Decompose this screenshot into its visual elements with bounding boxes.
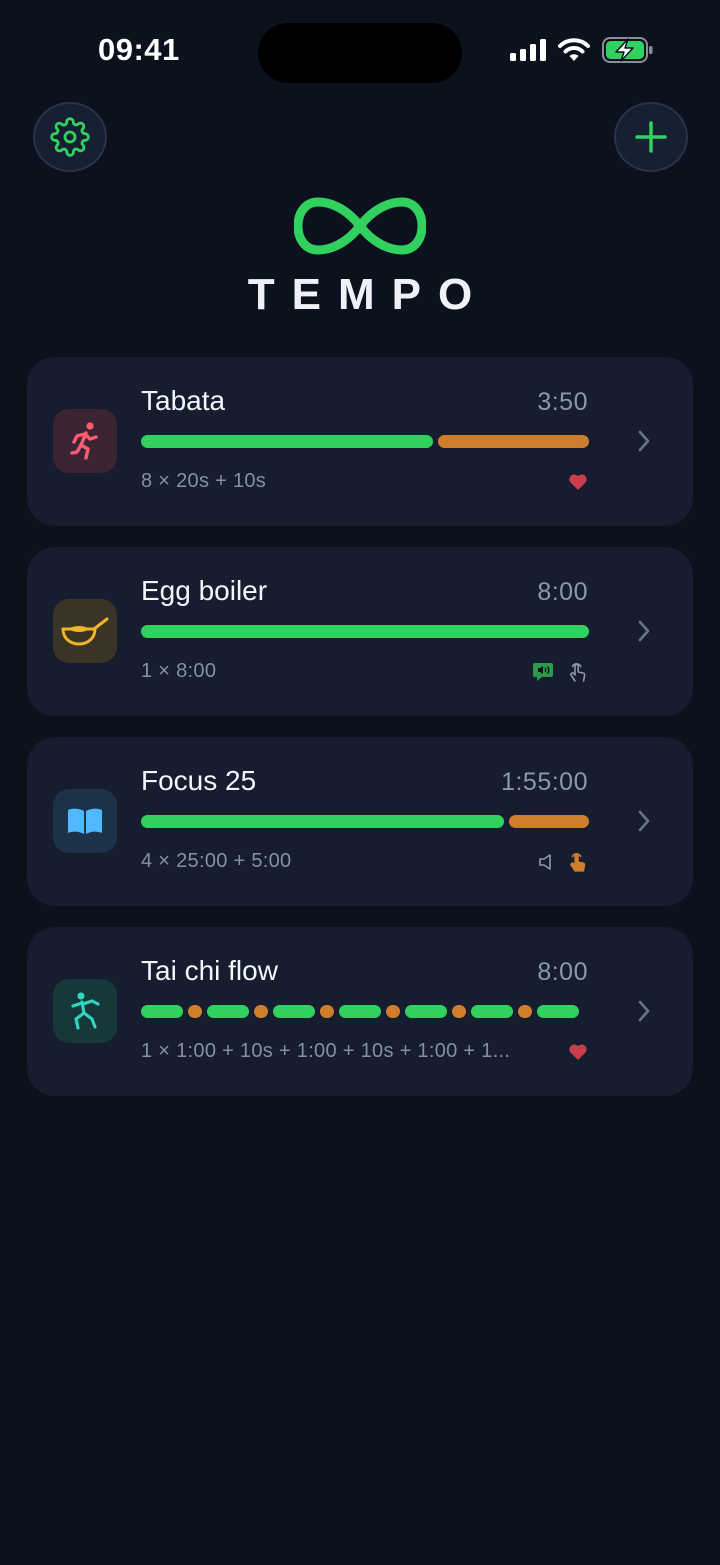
status-time: 09:41 <box>98 32 180 67</box>
status-bar: 09:41 <box>0 0 720 100</box>
logo <box>0 196 720 261</box>
interval-bar <box>141 625 589 638</box>
gear-icon <box>50 117 90 157</box>
plus-icon <box>635 121 667 153</box>
settings-button[interactable] <box>33 102 107 172</box>
timer-name: Tai chi flow <box>141 955 278 986</box>
work-segment <box>339 1005 381 1018</box>
running-person-icon <box>70 422 98 460</box>
rest-segment <box>509 815 589 828</box>
speaker-icon <box>539 854 551 870</box>
timer-name: Focus 25 <box>141 765 257 796</box>
rest-segment <box>188 1005 202 1018</box>
rest-segment <box>320 1005 334 1018</box>
work-segment <box>537 1005 579 1018</box>
wifi-icon <box>558 38 590 61</box>
work-segment <box>207 1005 249 1018</box>
status-icons <box>510 37 654 63</box>
dynamic-island <box>258 23 462 83</box>
timer-name: Egg boiler <box>141 575 268 606</box>
timer-icon-tile <box>53 979 117 1043</box>
cellular-signal-icon <box>510 39 546 61</box>
interval-bar <box>141 435 589 448</box>
heart-icon <box>569 474 587 490</box>
timer-flags <box>568 470 588 494</box>
frying-pan-icon <box>61 617 109 646</box>
timer-summary: 1 × 1:00 + 10s + 1:00 + 10s + 1:00 + 1..… <box>141 1040 511 1062</box>
timer-flags <box>568 1040 588 1064</box>
timer-icon-tile <box>53 599 117 663</box>
timer-card-focus-25[interactable]: Focus 25 1:55:00 4 × 25:00 + 5:00 <box>27 737 693 906</box>
rest-segment <box>254 1005 268 1018</box>
timer-icon-tile <box>53 789 117 853</box>
haptic-tap-icon <box>570 663 586 682</box>
timer-name: Tabata <box>141 385 226 416</box>
timer-flags <box>532 660 588 684</box>
chevron-right-icon <box>638 810 650 832</box>
infinity-logo-icon <box>293 197 427 255</box>
timer-icon-tile <box>53 409 117 473</box>
timer-card-tabata[interactable]: Tabata 3:50 8 × 20s + 10s <box>27 357 693 526</box>
work-segment <box>405 1005 447 1018</box>
timer-total-duration: 1:55:00 <box>501 768 588 796</box>
work-segment <box>141 1005 183 1018</box>
timer-summary: 1 × 8:00 <box>141 660 217 682</box>
work-segment <box>471 1005 513 1018</box>
timer-summary: 4 × 25:00 + 5:00 <box>141 850 292 872</box>
timer-total-duration: 8:00 <box>537 578 588 606</box>
tai-chi-figure-icon <box>71 992 100 1030</box>
timer-card-tai-chi-flow[interactable]: Tai chi flow 8:00 1 × 1:00 + 10s + 1:00 … <box>27 927 693 1096</box>
timer-total-duration: 3:50 <box>537 388 588 416</box>
work-segment <box>273 1005 315 1018</box>
timer-total-duration: 8:00 <box>537 958 588 986</box>
rest-segment <box>386 1005 400 1018</box>
work-segment <box>141 625 589 638</box>
heart-icon <box>569 1044 587 1060</box>
chevron-right-icon <box>638 430 650 452</box>
haptic-tap-icon <box>570 853 586 872</box>
add-timer-button[interactable] <box>614 102 688 172</box>
battery-charging-icon <box>602 37 653 63</box>
chevron-right-icon <box>638 620 650 642</box>
interval-bar <box>141 815 589 828</box>
work-segment <box>141 435 433 448</box>
rest-segment <box>452 1005 466 1018</box>
interval-bar <box>141 1005 589 1018</box>
rest-segment <box>518 1005 532 1018</box>
voice-announcement-icon <box>533 663 553 681</box>
timer-flags <box>538 850 588 874</box>
timer-card-egg-boiler[interactable]: Egg boiler 8:00 1 × 8:00 <box>27 547 693 716</box>
open-book-icon <box>68 808 102 834</box>
chevron-right-icon <box>638 1000 650 1022</box>
app-title: TEMPO <box>247 270 490 319</box>
timer-summary: 8 × 20s + 10s <box>141 470 267 492</box>
rest-segment <box>438 435 589 448</box>
work-segment <box>141 815 504 828</box>
